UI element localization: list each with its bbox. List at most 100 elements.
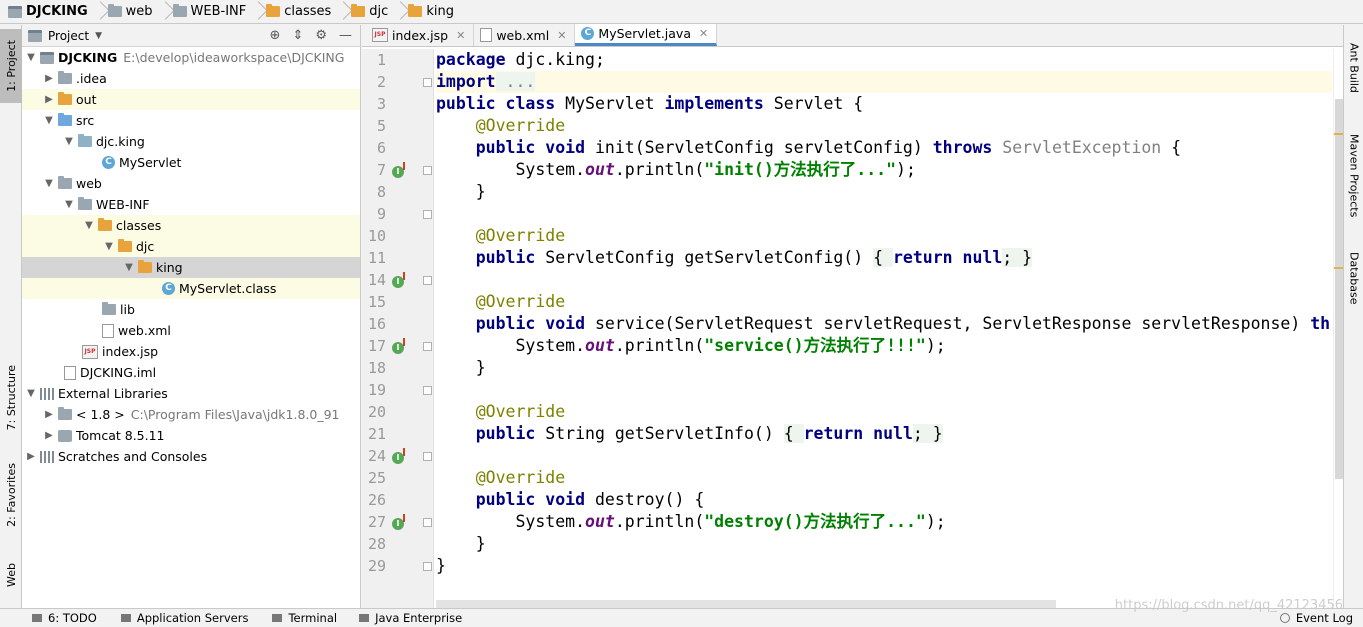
line-number: 14 xyxy=(367,271,386,289)
scrollbar-thumb[interactable] xyxy=(1335,99,1343,479)
tree-item-src[interactable]: ▼ src xyxy=(22,110,360,131)
tool-event-log[interactable]: Event Log xyxy=(1279,611,1353,625)
tree-item-out[interactable]: ▶ out xyxy=(22,89,360,110)
chevron-right-icon[interactable]: ▶ xyxy=(42,409,56,420)
tab-myservlet-java[interactable]: C MyServlet.java ✕ xyxy=(575,24,718,46)
tool-tab-structure[interactable]: 7: Structure xyxy=(0,355,22,441)
horizontal-scrollbar[interactable] xyxy=(436,600,1056,608)
tool-java-enterprise[interactable]: Java Enterprise xyxy=(359,611,462,625)
tree-item-myservlet-class[interactable]: C MyServlet.class xyxy=(22,278,360,299)
breadcrumb-web[interactable]: web xyxy=(107,0,173,24)
fold-marker-icon[interactable] xyxy=(423,562,432,571)
tool-tab-web[interactable]: Web xyxy=(0,550,22,600)
chevron-right-icon xyxy=(94,0,104,24)
folder-icon xyxy=(58,92,72,105)
chevron-down-icon[interactable]: ▼ xyxy=(42,178,56,189)
implements-method-icon[interactable]: I xyxy=(392,162,405,178)
navigation-breadcrumb: DJCKING web WEB-INF classes djc king xyxy=(0,0,1363,24)
folder-icon xyxy=(408,4,423,17)
fold-marker-icon[interactable] xyxy=(423,276,432,285)
tool-tab-database[interactable]: Database xyxy=(1344,243,1363,313)
tree-item-web-xml[interactable]: web.xml xyxy=(22,320,360,341)
line-number: 19 xyxy=(367,381,386,399)
tree-item-jdk[interactable]: ▶ < 1.8 > C:\Program Files\Java\jdk1.8.0… xyxy=(22,404,360,425)
class-icon: C xyxy=(581,27,595,40)
line-number: 7 xyxy=(376,161,386,179)
tool-tab-favorites[interactable]: 2: Favorites xyxy=(0,455,22,535)
close-icon[interactable]: ✕ xyxy=(699,27,708,40)
chevron-down-icon[interactable]: ▼ xyxy=(24,52,38,63)
tool-application-servers[interactable]: Application Servers xyxy=(120,611,248,625)
tree-item-scratches[interactable]: ▶ Scratches and Consoles xyxy=(22,446,360,467)
vertical-scrollbar[interactable] xyxy=(1333,49,1344,608)
tree-item-index-jsp[interactable]: JSP index.jsp xyxy=(22,341,360,362)
folder-icon xyxy=(58,176,72,189)
breadcrumb-djc[interactable]: djc xyxy=(351,0,408,24)
code-area[interactable]: package djc.king; import ... public clas… xyxy=(436,49,1332,608)
chevron-down-icon[interactable]: ▼ xyxy=(24,388,38,399)
tree-item-king[interactable]: ▼ king xyxy=(22,257,360,278)
gear-icon[interactable]: ⚙ xyxy=(315,28,327,43)
tree-item-web[interactable]: ▼ web xyxy=(22,173,360,194)
collapse-all-icon[interactable]: ⇕ xyxy=(292,28,303,43)
tree-item-djcking[interactable]: ▼ DJCKING E:\develop\ideaworkspace\DJCKI… xyxy=(22,47,360,68)
chevron-right-icon[interactable]: ▶ xyxy=(42,73,56,84)
chevron-down-icon[interactable]: ▼ xyxy=(122,262,136,273)
tool-tab-maven-projects[interactable]: Maven Projects xyxy=(1344,121,1363,231)
tree-item-classes[interactable]: ▼ classes xyxy=(22,215,360,236)
tree-item-external-libraries[interactable]: ▼ External Libraries xyxy=(22,383,360,404)
fold-marker-icon[interactable] xyxy=(423,342,432,351)
fold-marker-icon[interactable] xyxy=(423,210,432,219)
minimize-icon[interactable]: — xyxy=(339,28,352,43)
jdk-icon xyxy=(58,407,72,420)
code-line: } xyxy=(475,358,486,377)
chevron-right-icon[interactable]: ▶ xyxy=(24,451,38,462)
chevron-right-icon[interactable]: ▶ xyxy=(42,430,56,441)
line-number: 8 xyxy=(376,183,386,201)
tree-item-myservlet[interactable]: C MyServlet xyxy=(22,152,360,173)
project-panel-header: Project ▼ ⊕ ⇕ ⚙ — xyxy=(22,25,360,47)
tree-item-web-inf[interactable]: ▼ WEB-INF xyxy=(22,194,360,215)
tab-web-xml[interactable]: web.xml ✕ xyxy=(474,24,576,46)
implements-method-icon[interactable]: I xyxy=(392,338,405,354)
implements-method-icon[interactable]: I xyxy=(392,272,405,288)
tab-index-jsp[interactable]: JSP index.jsp ✕ xyxy=(366,24,475,46)
chevron-down-icon[interactable]: ▼ xyxy=(95,31,102,41)
fold-marker-icon[interactable] xyxy=(423,78,432,87)
chevron-down-icon[interactable]: ▼ xyxy=(82,220,96,231)
tree-item-djc-king-package[interactable]: ▼ djc.king xyxy=(22,131,360,152)
tree-item-djcking-iml[interactable]: DJCKING.iml xyxy=(22,362,360,383)
implements-method-icon[interactable]: I xyxy=(392,514,405,530)
fold-marker-icon[interactable] xyxy=(423,452,432,461)
code-line: public class MyServlet implements Servle… xyxy=(436,94,864,113)
close-icon[interactable]: ✕ xyxy=(456,29,465,42)
implements-method-icon[interactable]: I xyxy=(392,448,405,464)
tree-item-idea[interactable]: ▶ .idea xyxy=(22,68,360,89)
close-icon[interactable]: ✕ xyxy=(557,29,566,42)
chevron-down-icon[interactable]: ▼ xyxy=(42,115,56,126)
breadcrumb-king[interactable]: king xyxy=(408,0,454,24)
tool-tab-project[interactable]: 1: Project xyxy=(0,29,22,103)
chevron-down-icon[interactable]: ▼ xyxy=(62,136,76,147)
code-line: System.out.println("init()方法执行了..."); xyxy=(515,160,916,179)
tree-item-tomcat[interactable]: ▶ Tomcat 8.5.11 xyxy=(22,425,360,446)
tree-item-djc[interactable]: ▼ djc xyxy=(22,236,360,257)
tree-item-lib[interactable]: lib xyxy=(22,299,360,320)
breadcrumb-project[interactable]: DJCKING xyxy=(8,0,108,24)
chevron-right-icon[interactable]: ▶ xyxy=(42,94,56,105)
tool-todo[interactable]: 6: TODO xyxy=(32,611,97,625)
breadcrumb-classes[interactable]: classes xyxy=(266,0,351,24)
code-line: public String getServletInfo() { return … xyxy=(475,424,943,443)
project-icon xyxy=(8,5,22,18)
chevron-down-icon[interactable]: ▼ xyxy=(62,199,76,210)
folder-icon xyxy=(98,218,112,231)
breadcrumb-web-inf[interactable]: WEB-INF xyxy=(172,0,267,24)
fold-marker-icon[interactable] xyxy=(423,518,432,527)
locate-icon[interactable]: ⊕ xyxy=(270,28,281,43)
line-number: 25 xyxy=(367,469,386,487)
tool-terminal[interactable]: Terminal xyxy=(272,611,337,625)
fold-marker-icon[interactable] xyxy=(423,386,432,395)
chevron-down-icon[interactable]: ▼ xyxy=(102,241,116,252)
fold-marker-icon[interactable] xyxy=(423,166,432,175)
tool-tab-ant-build[interactable]: Ant Build xyxy=(1344,33,1363,103)
